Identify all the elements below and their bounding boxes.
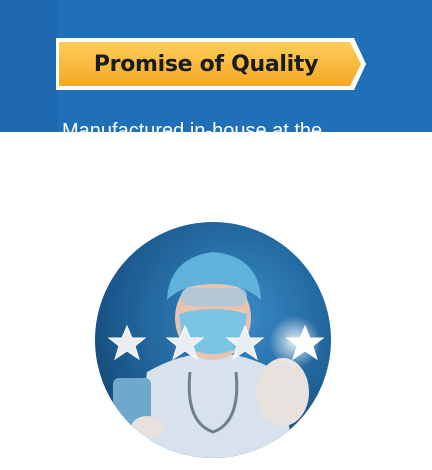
quality-banner: Promise of Quality Manufactured in-house… — [0, 0, 432, 132]
star-icon — [107, 324, 147, 361]
intro-text: Manufactured in-house at the — [62, 120, 323, 132]
banner-side-strip — [0, 0, 58, 132]
star-icon — [285, 324, 325, 361]
star-icon — [165, 324, 205, 361]
page-title: Promise of Quality — [93, 51, 319, 77]
star-icon — [225, 324, 265, 361]
doctor-rating-photo — [95, 222, 331, 458]
quality-ribbon: Promise of Quality — [56, 36, 366, 92]
